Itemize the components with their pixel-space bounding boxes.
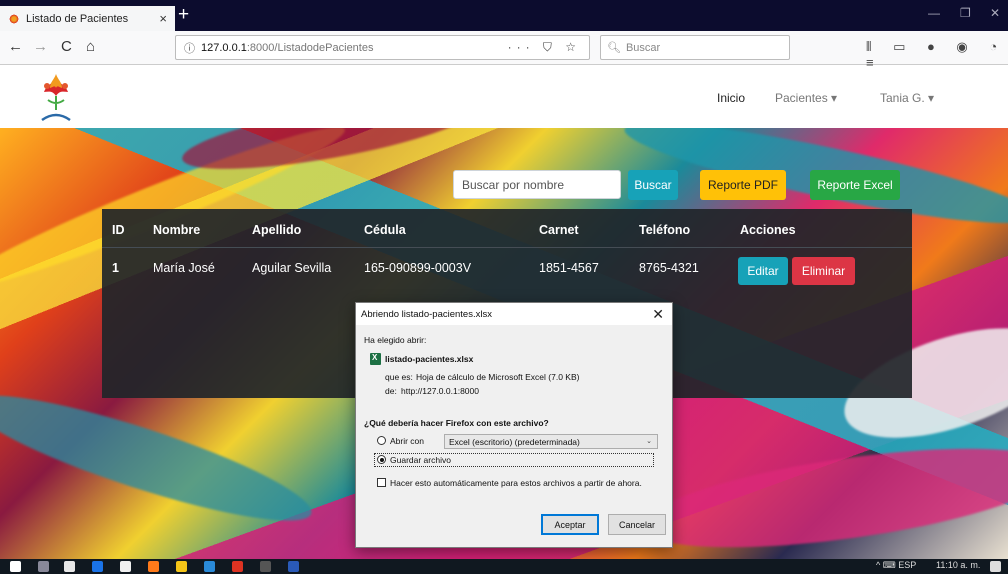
download-dialog: Abriendo listado-pacientes.xlsx ✕ Ha ele… <box>355 302 673 548</box>
firefox-icon[interactable] <box>148 561 159 572</box>
table-cell-carnet: 1851-4567 <box>539 261 599 275</box>
table-cell-nombre: María José <box>153 261 215 275</box>
pdf-report-button[interactable]: Reporte PDF <box>700 170 786 200</box>
new-tab-icon[interactable]: + <box>178 4 189 26</box>
site-favicon-icon <box>8 13 20 25</box>
edit-button[interactable]: Editar <box>738 257 788 285</box>
opera-icon[interactable] <box>232 561 243 572</box>
search-icon: 🔍︎ <box>607 42 621 54</box>
site-navbar: Inicio Pacientes ▾ Tania G. ▾ <box>0 66 1008 128</box>
excel-file-icon <box>370 353 381 365</box>
url-path: :8000/ListadodePacientes <box>246 41 374 54</box>
tab-title: Listado de Pacientes <box>26 12 129 25</box>
system-tray[interactable]: ^ ⌨ ESP <box>876 560 916 571</box>
vscode-icon[interactable] <box>204 561 215 572</box>
home-icon[interactable]: ⌂ <box>86 37 95 57</box>
search-button[interactable]: Buscar <box>628 170 678 200</box>
chevron-down-icon: ⌄ <box>646 438 652 445</box>
search-by-name-input[interactable]: Buscar por nombre <box>453 170 621 199</box>
clock[interactable]: 11:10 a. m. <box>936 560 980 570</box>
save-file-label: Guardar archivo <box>390 455 451 465</box>
search-bar-placeholder: Buscar <box>625 41 661 54</box>
excel-report-button[interactable]: Reporte Excel <box>810 170 900 200</box>
dialog-title-text: Abriendo listado-pacientes.xlsx <box>361 309 492 320</box>
column-header-telefono: Teléfono <box>639 223 691 237</box>
word-icon[interactable] <box>288 561 299 572</box>
column-header-apellido: Apellido <box>252 223 302 237</box>
windows-taskbar: ^ ⌨ ESP 11:10 a. m. <box>0 559 1008 574</box>
column-header-carnet: Carnet <box>539 223 579 237</box>
table-cell-telefono: 8765-4321 <box>639 261 699 275</box>
page-actions-icon[interactable]: ··· ⛉ ☆ <box>508 40 581 55</box>
nav-link-inicio[interactable]: Inicio <box>717 91 745 105</box>
delete-button[interactable]: Eliminar <box>792 257 855 285</box>
column-header-acciones: Acciones <box>740 223 796 237</box>
table-cell-cedula: 165-090899-0003V <box>364 261 472 275</box>
chosen-label: Ha elegido abrir: <box>364 335 427 345</box>
site-logo-icon <box>41 74 71 122</box>
file-type-label: que es: <box>385 372 413 382</box>
store-icon[interactable] <box>64 561 75 572</box>
browser-nav-bar: ← → C ⌂ ⓘ 127.0.0.1:8000/ListadodePacien… <box>0 31 1008 70</box>
windows-start-icon[interactable] <box>10 561 21 572</box>
terminal-icon[interactable] <box>260 561 271 572</box>
info-icon: ⓘ <box>184 42 195 55</box>
nav-dropdown-pacientes[interactable]: Pacientes ▾ <box>775 91 837 105</box>
edge-icon[interactable] <box>92 561 103 572</box>
browser-tab[interactable]: Listado de Pacientes × <box>0 6 175 31</box>
auto-label: Hacer esto automáticamente para estos ar… <box>390 478 642 488</box>
url-host: 127.0.0.1 <box>201 41 247 54</box>
file-source-label: de: <box>385 386 397 396</box>
cancel-button[interactable]: Cancelar <box>608 514 666 535</box>
table-cell-id: 1 <box>112 261 119 275</box>
open-with-selected: Excel (escritorio) (predeterminada) <box>449 437 580 447</box>
notifications-icon[interactable] <box>990 561 1001 572</box>
nav-dropdown-user[interactable]: Tania G. ▾ <box>880 91 934 105</box>
file-explorer-icon[interactable] <box>176 561 187 572</box>
file-name: listado-pacientes.xlsx <box>385 354 474 364</box>
window-restore-icon[interactable]: ❐ <box>960 6 971 20</box>
file-type-value: Hoja de cálculo de Microsoft Excel (7.0 … <box>416 372 580 382</box>
column-header-cedula: Cédula <box>364 223 406 237</box>
dialog-question: ¿Qué debería hacer Firefox con este arch… <box>364 418 549 428</box>
auto-checkbox[interactable] <box>377 478 386 487</box>
reload-icon[interactable]: C <box>61 37 72 57</box>
accept-button[interactable]: Aceptar <box>541 514 599 535</box>
open-with-select[interactable]: Excel (escritorio) (predeterminada) ⌄ <box>444 434 658 449</box>
window-close-icon[interactable]: ✕ <box>990 6 1000 20</box>
table-cell-apellido: Aguilar Sevilla <box>252 261 332 275</box>
column-header-id: ID <box>112 223 125 237</box>
tab-close-icon[interactable]: × <box>159 11 167 26</box>
table-header-divider <box>102 247 912 248</box>
open-with-radio[interactable] <box>377 436 386 445</box>
search-bar[interactable]: 🔍︎ Buscar <box>600 35 790 60</box>
browser-tab-bar: Listado de Pacientes × + — ❐ ✕ <box>0 0 1008 31</box>
search-taskbar-icon[interactable] <box>38 561 49 572</box>
back-icon[interactable]: ← <box>8 37 23 57</box>
save-file-radio[interactable] <box>377 455 386 464</box>
forward-icon[interactable]: → <box>33 37 48 57</box>
column-header-nombre: Nombre <box>153 223 201 237</box>
window-minimize-icon[interactable]: — <box>928 6 940 20</box>
dialog-title: Abriendo listado-pacientes.xlsx ✕ <box>356 303 672 325</box>
dialog-close-icon[interactable]: ✕ <box>652 306 664 323</box>
bag-icon[interactable] <box>120 561 131 572</box>
open-with-label: Abrir con <box>390 436 425 446</box>
url-bar[interactable]: ⓘ 127.0.0.1:8000/ListadodePacientes ··· … <box>175 35 590 60</box>
file-source-value: http://127.0.0.1:8000 <box>401 386 479 396</box>
